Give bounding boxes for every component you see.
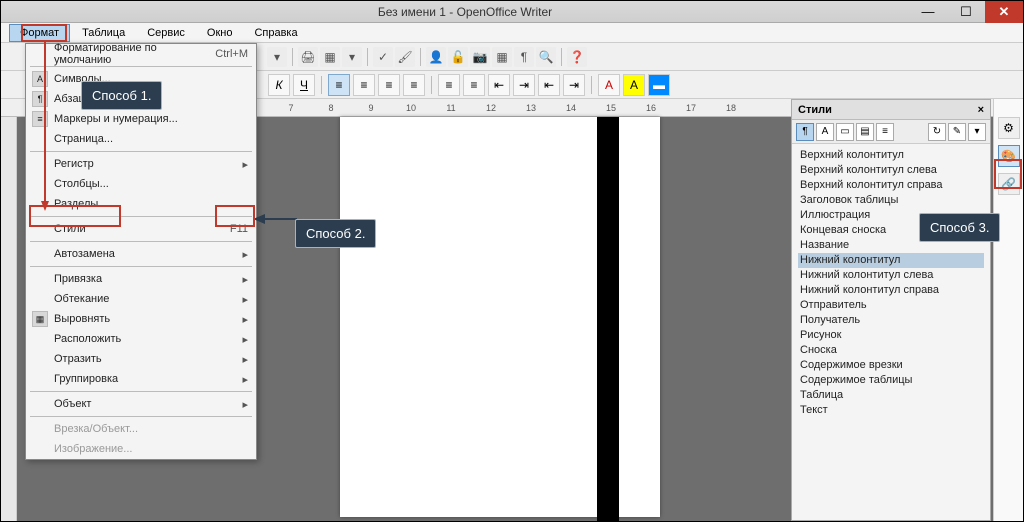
menu-item[interactable]: Объект▸ — [26, 394, 256, 414]
indent-inc-button[interactable]: ⇥ — [513, 74, 535, 96]
menu-item[interactable]: Регистр▸ — [26, 154, 256, 174]
styles-list[interactable]: Верхний колонтитулВерхний колонтитул сле… — [792, 144, 990, 422]
menu-item[interactable]: ▦Выровнять▸ — [26, 309, 256, 329]
styles-panel: Стили × ¶ A ▭ ▤ ≡ ↻ ✎ ▾ Верхний колонтит… — [791, 99, 991, 521]
indent-button[interactable]: ⇥ — [563, 74, 585, 96]
indent-dec-button[interactable]: ⇤ — [488, 74, 510, 96]
char-styles-icon[interactable]: A — [816, 123, 834, 141]
menu-item[interactable]: Автозамена▸ — [26, 244, 256, 264]
style-item[interactable]: Таблица — [798, 388, 984, 403]
menu-format[interactable]: Формат — [9, 24, 70, 42]
new-style-icon[interactable]: ✎ — [948, 123, 966, 141]
menubar: Формат Таблица Сервис Окно Справка — [1, 23, 1023, 43]
style-item[interactable]: Нижний колонтитул справа — [798, 283, 984, 298]
indent-button[interactable]: ⇤ — [538, 74, 560, 96]
style-item[interactable]: Верхний колонтитул справа — [798, 178, 984, 193]
sidebar-properties-icon[interactable]: ⚙ — [998, 117, 1020, 139]
style-item[interactable]: Содержимое таблицы — [798, 373, 984, 388]
menu-help[interactable]: Справка — [244, 25, 307, 41]
style-item[interactable]: Нижний колонтитул слева — [798, 268, 984, 283]
toolbar-icon[interactable]: 🖨 — [298, 47, 318, 67]
sidebar: ⚙ 🎨 🔗 — [993, 99, 1023, 521]
toolbar-icon[interactable]: ▾ — [267, 47, 287, 67]
toolbar-icon[interactable]: 🖌 — [395, 47, 415, 67]
callout-1: Способ 1. — [81, 81, 162, 110]
toolbar-icon[interactable]: 🔍 — [536, 47, 556, 67]
style-item[interactable]: Заголовок таблицы — [798, 193, 984, 208]
fill-format-icon[interactable]: ↻ — [928, 123, 946, 141]
menu-window[interactable]: Окно — [197, 25, 243, 41]
toolbar-icon[interactable]: 📷 — [470, 47, 490, 67]
underline-button[interactable]: Ч — [293, 74, 315, 96]
menu-item[interactable]: Страница... — [26, 129, 256, 149]
bgcolor-button[interactable]: ▬ — [648, 74, 670, 96]
toolbar-icon[interactable]: ¶ — [514, 47, 534, 67]
list-button[interactable]: ≡ — [438, 74, 460, 96]
toolbar-icon[interactable]: 🔓 — [448, 47, 468, 67]
styles-panel-title: Стили — [798, 104, 832, 116]
left-gutter — [1, 117, 17, 521]
menu-item[interactable]: СтилиF11 — [26, 219, 256, 239]
style-item[interactable]: Верхний колонтитул — [798, 148, 984, 163]
style-item[interactable]: Нижний колонтитул — [798, 253, 984, 268]
menu-item[interactable]: Группировка▸ — [26, 369, 256, 389]
styles-panel-header: Стили × — [792, 100, 990, 120]
menu-item[interactable]: Разделы... — [26, 194, 256, 214]
align-right-button[interactable]: ≡ — [378, 74, 400, 96]
menu-item[interactable]: Расположить▸ — [26, 329, 256, 349]
menu-item[interactable]: Привязка▸ — [26, 269, 256, 289]
list-styles-icon[interactable]: ≡ — [876, 123, 894, 141]
style-item[interactable]: Текст — [798, 403, 984, 418]
menu-item[interactable]: Отразить▸ — [26, 349, 256, 369]
page-styles-icon[interactable]: ▤ — [856, 123, 874, 141]
menu-item: Изображение... — [26, 439, 256, 459]
toolbar-icon[interactable]: ▦ — [320, 47, 340, 67]
align-justify-button[interactable]: ≡ — [403, 74, 425, 96]
menu-table[interactable]: Таблица — [72, 25, 135, 41]
style-item[interactable]: Верхний колонтитул слева — [798, 163, 984, 178]
minimize-button[interactable]: — — [909, 1, 947, 23]
list-button[interactable]: ≡ — [463, 74, 485, 96]
maximize-button[interactable]: ☐ — [947, 1, 985, 23]
menu-item-default-formatting[interactable]: Форматирование по умолчанию Ctrl+M — [26, 44, 256, 64]
highlight-button[interactable]: A — [623, 74, 645, 96]
toolbar-icon[interactable]: ❓ — [567, 47, 587, 67]
window-title: Без имени 1 - OpenOffice Writer — [21, 5, 909, 19]
toolbar-icon[interactable]: 👤 — [426, 47, 446, 67]
sidebar-styles-icon[interactable]: 🎨 — [998, 145, 1020, 167]
titlebar: Без имени 1 - OpenOffice Writer — ☐ ✕ — [1, 1, 1023, 23]
toolbar-icon[interactable]: ✓ — [373, 47, 393, 67]
style-item[interactable]: Отправитель — [798, 298, 984, 313]
align-left-button[interactable]: ≡ — [328, 74, 350, 96]
styles-panel-close[interactable]: × — [978, 104, 984, 116]
style-item[interactable]: Сноска — [798, 343, 984, 358]
style-dropdown-icon[interactable]: ▾ — [968, 123, 986, 141]
styles-panel-toolbar: ¶ A ▭ ▤ ≡ ↻ ✎ ▾ — [792, 120, 990, 144]
italic-button[interactable]: К — [268, 74, 290, 96]
style-item[interactable]: Рисунок — [798, 328, 984, 343]
callout-3: Способ 3. — [919, 213, 1000, 242]
style-item[interactable]: Содержимое врезки — [798, 358, 984, 373]
menu-item: Врезка/Объект... — [26, 419, 256, 439]
menu-tools[interactable]: Сервис — [137, 25, 195, 41]
toolbar-icon[interactable]: ▾ — [342, 47, 362, 67]
menu-item[interactable]: ≡Маркеры и нумерация... — [26, 109, 256, 129]
close-button[interactable]: ✕ — [985, 1, 1023, 23]
menu-item[interactable]: Столбцы... — [26, 174, 256, 194]
align-center-button[interactable]: ≡ — [353, 74, 375, 96]
callout-2: Способ 2. — [295, 219, 376, 248]
style-item[interactable]: Получатель — [798, 313, 984, 328]
frame-styles-icon[interactable]: ▭ — [836, 123, 854, 141]
para-styles-icon[interactable]: ¶ — [796, 123, 814, 141]
menu-item[interactable]: Обтекание▸ — [26, 289, 256, 309]
toolbar-icon[interactable]: ▦ — [492, 47, 512, 67]
sidebar-gallery-icon[interactable]: 🔗 — [998, 173, 1020, 195]
font-color-button[interactable]: A — [598, 74, 620, 96]
